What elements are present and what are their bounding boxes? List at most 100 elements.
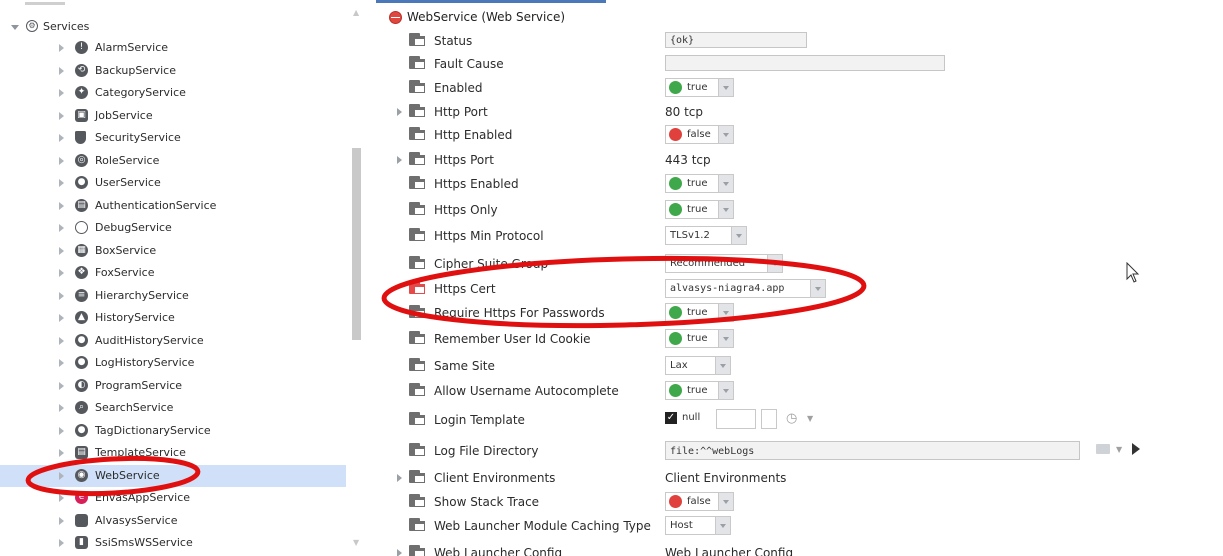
expand-toggle-icon[interactable]	[59, 404, 64, 412]
tree-node-alvasysservice[interactable]: AlvasysService	[0, 510, 346, 532]
tree-node-categoryservice[interactable]: ✦ CategoryService	[0, 82, 346, 104]
expand-toggle-icon[interactable]	[59, 224, 64, 232]
require-https-select[interactable]: true	[665, 303, 734, 322]
expand-toggle-icon[interactable]	[59, 359, 64, 367]
null-checkbox[interactable]: ✓	[665, 412, 677, 424]
chevron-down-icon[interactable]	[715, 517, 730, 534]
tree-node-loghistoryservice[interactable]: ● LogHistoryService	[0, 352, 346, 374]
cipher-suite-group-select[interactable]: Recommended	[665, 254, 783, 273]
tree-node-envasappservice[interactable]: e EnvasAppService	[0, 487, 346, 509]
tree-node-debugservice[interactable]: DebugService	[0, 217, 346, 239]
tree-node-searchservice[interactable]: ⌕ SearchService	[0, 397, 346, 419]
chevron-down-icon[interactable]	[718, 126, 733, 143]
clock-icon[interactable]: ◷	[786, 411, 797, 426]
foxservice-icon: ❖	[75, 266, 88, 279]
log-file-directory-field[interactable]: file:^^webLogs	[665, 441, 1080, 460]
chevron-down-icon[interactable]	[718, 382, 733, 399]
tree-node-programservice[interactable]: ◐ ProgramService	[0, 375, 346, 397]
allow-username-autocomplete-select[interactable]: true	[665, 381, 734, 400]
same-site-select[interactable]: Lax	[665, 356, 731, 375]
expand-toggle-icon[interactable]	[397, 156, 402, 164]
https-min-protocol-select[interactable]: TLSv1.2	[665, 226, 747, 245]
expand-toggle-icon[interactable]	[59, 382, 64, 390]
expand-toggle-icon[interactable]	[59, 67, 64, 75]
tree-node-ssismswsservice[interactable]: ▮ SsiSmsWSService	[0, 532, 346, 554]
tree-node-templateservice[interactable]: ▤ TemplateService	[0, 442, 346, 464]
expand-toggle-icon[interactable]	[59, 494, 64, 502]
prop-name: Allow Username Autocomplete	[434, 384, 619, 398]
prop-name: Https Port	[434, 153, 494, 167]
chevron-down-icon[interactable]: ▼	[1116, 445, 1122, 454]
expand-toggle-icon[interactable]	[59, 472, 64, 480]
tree-node-audithistoryservice[interactable]: ● AuditHistoryService	[0, 330, 346, 352]
expand-toggle-icon[interactable]	[397, 474, 402, 482]
expand-toggle-icon[interactable]	[59, 427, 64, 435]
enabled-select[interactable]: true	[665, 78, 734, 97]
https-enabled-select[interactable]: true	[665, 174, 734, 193]
play-icon[interactable]	[1132, 443, 1140, 455]
expand-toggle-icon[interactable]	[59, 292, 64, 300]
tree-node-services[interactable]: ⚙ Services	[0, 16, 346, 38]
chevron-down-icon[interactable]	[718, 201, 733, 218]
show-stack-trace-select[interactable]: false	[665, 492, 734, 511]
tree-node-alarmservice[interactable]: ! AlarmService	[0, 37, 346, 59]
expand-toggle-icon[interactable]	[59, 314, 64, 322]
https-only-select[interactable]: true	[665, 200, 734, 219]
expand-toggle-icon[interactable]	[59, 179, 64, 187]
caching-type-select[interactable]: Host	[665, 516, 731, 535]
expand-toggle-icon[interactable]	[59, 134, 64, 142]
tree-node-userservice[interactable]: ● UserService	[0, 172, 346, 194]
expand-toggle-icon[interactable]	[59, 89, 64, 97]
expand-toggle-icon[interactable]	[59, 202, 64, 210]
chevron-down-icon[interactable]	[715, 357, 730, 374]
chevron-down-icon[interactable]	[718, 304, 733, 321]
tree-node-label: DebugService	[95, 221, 172, 234]
prop-row-https-port: Https Port 443 tcp	[376, 148, 1223, 172]
tree-node-roleservice[interactable]: ◎ RoleService	[0, 150, 346, 172]
chevron-down-icon[interactable]	[718, 493, 733, 510]
remember-user-id-select[interactable]: true	[665, 329, 734, 348]
tree-node-backupservice[interactable]: ⟲ BackupService	[0, 60, 346, 82]
prop-row-allow-username-autocomplete: Allow Username Autocomplete true	[376, 379, 1223, 403]
https-cert-select[interactable]: alvasys-niagra4.app	[665, 279, 826, 298]
chevron-down-icon[interactable]	[767, 255, 782, 272]
expand-toggle-icon[interactable]	[397, 108, 402, 116]
expand-toggle-icon[interactable]	[59, 247, 64, 255]
tree-node-jobservice[interactable]: ▣ JobService	[0, 105, 346, 127]
prop-row-https-only: Https Only true	[376, 198, 1223, 222]
tree-node-foxservice[interactable]: ❖ FoxService	[0, 262, 346, 284]
chevron-down-icon[interactable]	[718, 79, 733, 96]
prop-row-web-launcher-config: Web Launcher Config Web Launcher Config	[376, 541, 1223, 556]
folder-icon[interactable]	[1096, 444, 1110, 454]
expand-toggle-icon[interactable]	[59, 517, 64, 525]
tree-node-historyservice[interactable]: ▲ HistoryService	[0, 307, 346, 329]
chevron-down-icon[interactable]	[810, 280, 825, 297]
tree-node-hierarchyservice[interactable]: ≡ HierarchyService	[0, 285, 346, 307]
tree-node-authenticationservice[interactable]: ▤ AuthenticationService	[0, 195, 346, 217]
tree-node-securityservice[interactable]: SecurityService	[0, 127, 346, 149]
http-enabled-select[interactable]: false	[665, 125, 734, 144]
scroll-down-icon[interactable]: ▼	[353, 538, 359, 547]
expand-toggle-icon[interactable]	[59, 112, 64, 120]
expand-toggle-icon[interactable]	[59, 157, 64, 165]
slot-icon	[409, 127, 425, 140]
tree-node-tagdictionaryservice[interactable]: ● TagDictionaryService	[0, 420, 346, 442]
expand-toggle-icon[interactable]	[397, 549, 402, 556]
chevron-down-icon[interactable]: ▼	[807, 414, 813, 423]
expand-toggle-icon[interactable]	[59, 337, 64, 345]
tree-node-webservice[interactable]: ◉ WebService	[0, 465, 346, 487]
expand-toggle-icon[interactable]	[59, 269, 64, 277]
tree-node-boxservice[interactable]: ▦ BoxService	[0, 240, 346, 262]
chevron-down-icon[interactable]	[718, 175, 733, 192]
chevron-down-icon[interactable]	[718, 330, 733, 347]
true-status-icon	[669, 384, 682, 397]
chevron-down-icon[interactable]	[731, 227, 746, 244]
tree-scrollbar-thumb[interactable]	[352, 148, 361, 340]
expand-toggle-icon[interactable]	[59, 44, 64, 52]
login-template-field[interactable]	[716, 409, 756, 429]
expand-toggle-icon[interactable]	[59, 539, 64, 547]
scroll-up-icon[interactable]: ▲	[353, 8, 359, 17]
login-template-field-2[interactable]	[761, 409, 777, 429]
expand-toggle-icon[interactable]	[11, 25, 19, 30]
expand-toggle-icon[interactable]	[59, 449, 64, 457]
